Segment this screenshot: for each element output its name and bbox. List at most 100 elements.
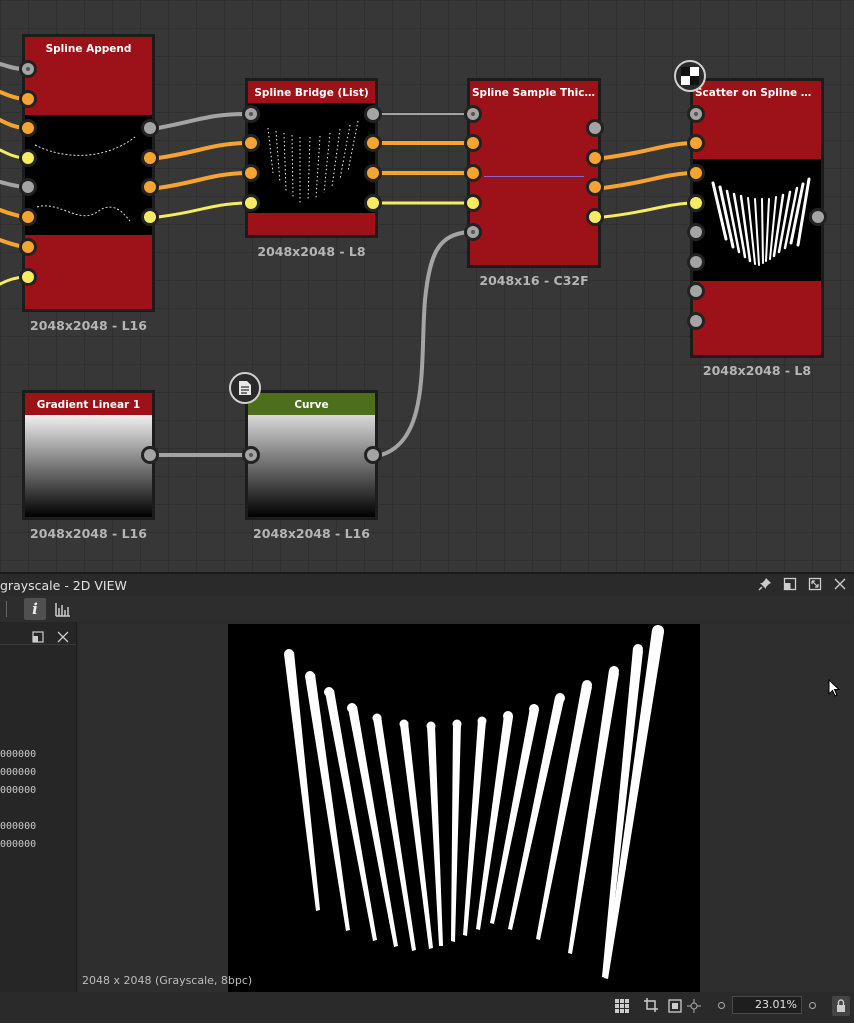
histogram-icon[interactable] xyxy=(54,600,72,618)
frame-icon[interactable] xyxy=(668,998,682,1017)
node-thumbnail xyxy=(248,103,375,235)
input-port[interactable] xyxy=(687,223,705,241)
zoom-out-icon[interactable] xyxy=(718,1002,725,1009)
restore-icon[interactable] xyxy=(32,628,44,647)
input-port[interactable] xyxy=(464,105,482,123)
toolbar-separator xyxy=(0,601,7,617)
rendered-texture xyxy=(228,624,700,992)
input-port[interactable] xyxy=(242,194,260,212)
node-thumbnail xyxy=(25,415,152,517)
input-port[interactable] xyxy=(19,90,37,108)
node-title: Spline Append xyxy=(25,37,152,59)
restore-icon[interactable] xyxy=(781,577,799,595)
node-thumbnail xyxy=(25,59,152,309)
close-icon[interactable] xyxy=(57,628,69,647)
maximize-icon[interactable] xyxy=(806,577,824,595)
input-port[interactable] xyxy=(687,194,705,212)
output-port[interactable] xyxy=(364,446,382,464)
node-title: Gradient Linear 1 xyxy=(25,393,152,415)
node-spline-sample-thickness[interactable]: Spline Sample Thickness xyxy=(467,78,601,268)
zoom-input[interactable]: 23.01% xyxy=(732,996,802,1014)
input-port[interactable] xyxy=(19,238,37,256)
view-bottom-bar xyxy=(0,992,854,1023)
input-port[interactable] xyxy=(687,134,705,152)
output-port[interactable] xyxy=(586,178,604,196)
scatter-render xyxy=(284,625,664,979)
zoom-in-icon[interactable] xyxy=(809,1002,816,1009)
output-port[interactable] xyxy=(586,119,604,137)
input-port[interactable] xyxy=(687,312,705,330)
output-port[interactable] xyxy=(141,178,159,196)
output-port[interactable] xyxy=(809,208,827,226)
input-port[interactable] xyxy=(242,134,260,152)
checker-icon[interactable] xyxy=(674,60,706,92)
output-port[interactable] xyxy=(141,208,159,226)
close-icon[interactable] xyxy=(831,577,849,595)
node-thumbnail xyxy=(470,103,598,265)
bridge-preview xyxy=(267,120,359,203)
grid-icon[interactable] xyxy=(615,998,629,1017)
node-resolution: 2048x16 - C32F xyxy=(479,273,589,288)
info-icon[interactable]: i xyxy=(24,598,46,620)
input-port[interactable] xyxy=(19,149,37,167)
node-thumbnail xyxy=(693,103,821,355)
node-title: Spline Sample Thickness xyxy=(470,81,598,103)
input-port[interactable] xyxy=(464,164,482,182)
input-port[interactable] xyxy=(19,119,37,137)
node-title: Spline Bridge (List) xyxy=(248,81,375,103)
input-port[interactable] xyxy=(464,134,482,152)
output-port[interactable] xyxy=(364,134,382,152)
input-port[interactable] xyxy=(687,164,705,182)
node-title: Scatter on Spline Graysc... xyxy=(693,81,821,103)
info-value: 000000 xyxy=(0,749,37,760)
input-port[interactable] xyxy=(19,268,37,286)
2d-view-panel: grayscale - 2D VIEW i 000000 000000 0000… xyxy=(0,572,854,1023)
node-graph[interactable]: Spline Append 2048x2048 - L16 Spline Bri… xyxy=(0,0,854,572)
2d-viewport[interactable]: 2048 x 2048 (Grayscale, 8bpc) xyxy=(78,624,854,992)
output-port[interactable] xyxy=(586,208,604,226)
output-port[interactable] xyxy=(364,105,382,123)
center-icon[interactable] xyxy=(687,998,701,1017)
input-port[interactable] xyxy=(19,60,37,78)
input-port[interactable] xyxy=(242,446,260,464)
node-resolution: 2048x2048 - L16 xyxy=(30,318,147,333)
view-toolbar: i xyxy=(0,596,854,622)
node-title: Curve xyxy=(248,393,375,415)
node-scatter-on-spline[interactable]: Scatter on Spline Graysc... xyxy=(690,78,824,358)
output-port[interactable] xyxy=(364,194,382,212)
input-port[interactable] xyxy=(19,178,37,196)
node-resolution: 2048x2048 - L8 xyxy=(702,363,812,378)
output-port[interactable] xyxy=(141,149,159,167)
node-gradient-linear[interactable]: Gradient Linear 1 xyxy=(22,390,155,520)
info-pane-header xyxy=(0,626,76,645)
node-resolution: 2048x2048 - L8 xyxy=(257,244,366,259)
scatter-preview xyxy=(711,177,811,266)
node-thumbnail xyxy=(248,415,375,517)
node-curve[interactable]: Curve xyxy=(245,390,378,520)
node-spline-append[interactable]: Spline Append xyxy=(22,34,155,312)
mouse-cursor xyxy=(828,678,841,701)
input-port[interactable] xyxy=(687,253,705,271)
info-value: 000000 xyxy=(0,785,37,796)
output-port[interactable] xyxy=(141,446,159,464)
node-spline-bridge[interactable]: Spline Bridge (List) xyxy=(245,78,378,238)
input-port[interactable] xyxy=(242,105,260,123)
output-port[interactable] xyxy=(364,164,382,182)
info-value: 000000 xyxy=(0,839,37,850)
output-port[interactable] xyxy=(586,149,604,167)
input-port[interactable] xyxy=(242,164,260,182)
output-port[interactable] xyxy=(141,119,159,137)
node-resolution: 2048x2048 - L16 xyxy=(30,526,147,541)
input-port[interactable] xyxy=(687,282,705,300)
input-port[interactable] xyxy=(687,105,705,123)
pin-icon[interactable] xyxy=(756,577,774,595)
lock-icon[interactable] xyxy=(832,996,850,1016)
info-value: 000000 xyxy=(0,821,37,832)
fit-icon[interactable] xyxy=(643,997,659,1017)
input-port[interactable] xyxy=(464,194,482,212)
panel-title: grayscale - 2D VIEW xyxy=(0,578,127,593)
node-resolution: 2048x2048 - L16 xyxy=(253,526,370,541)
input-port[interactable] xyxy=(19,208,37,226)
document-icon[interactable] xyxy=(229,372,261,404)
input-port[interactable] xyxy=(464,223,482,241)
